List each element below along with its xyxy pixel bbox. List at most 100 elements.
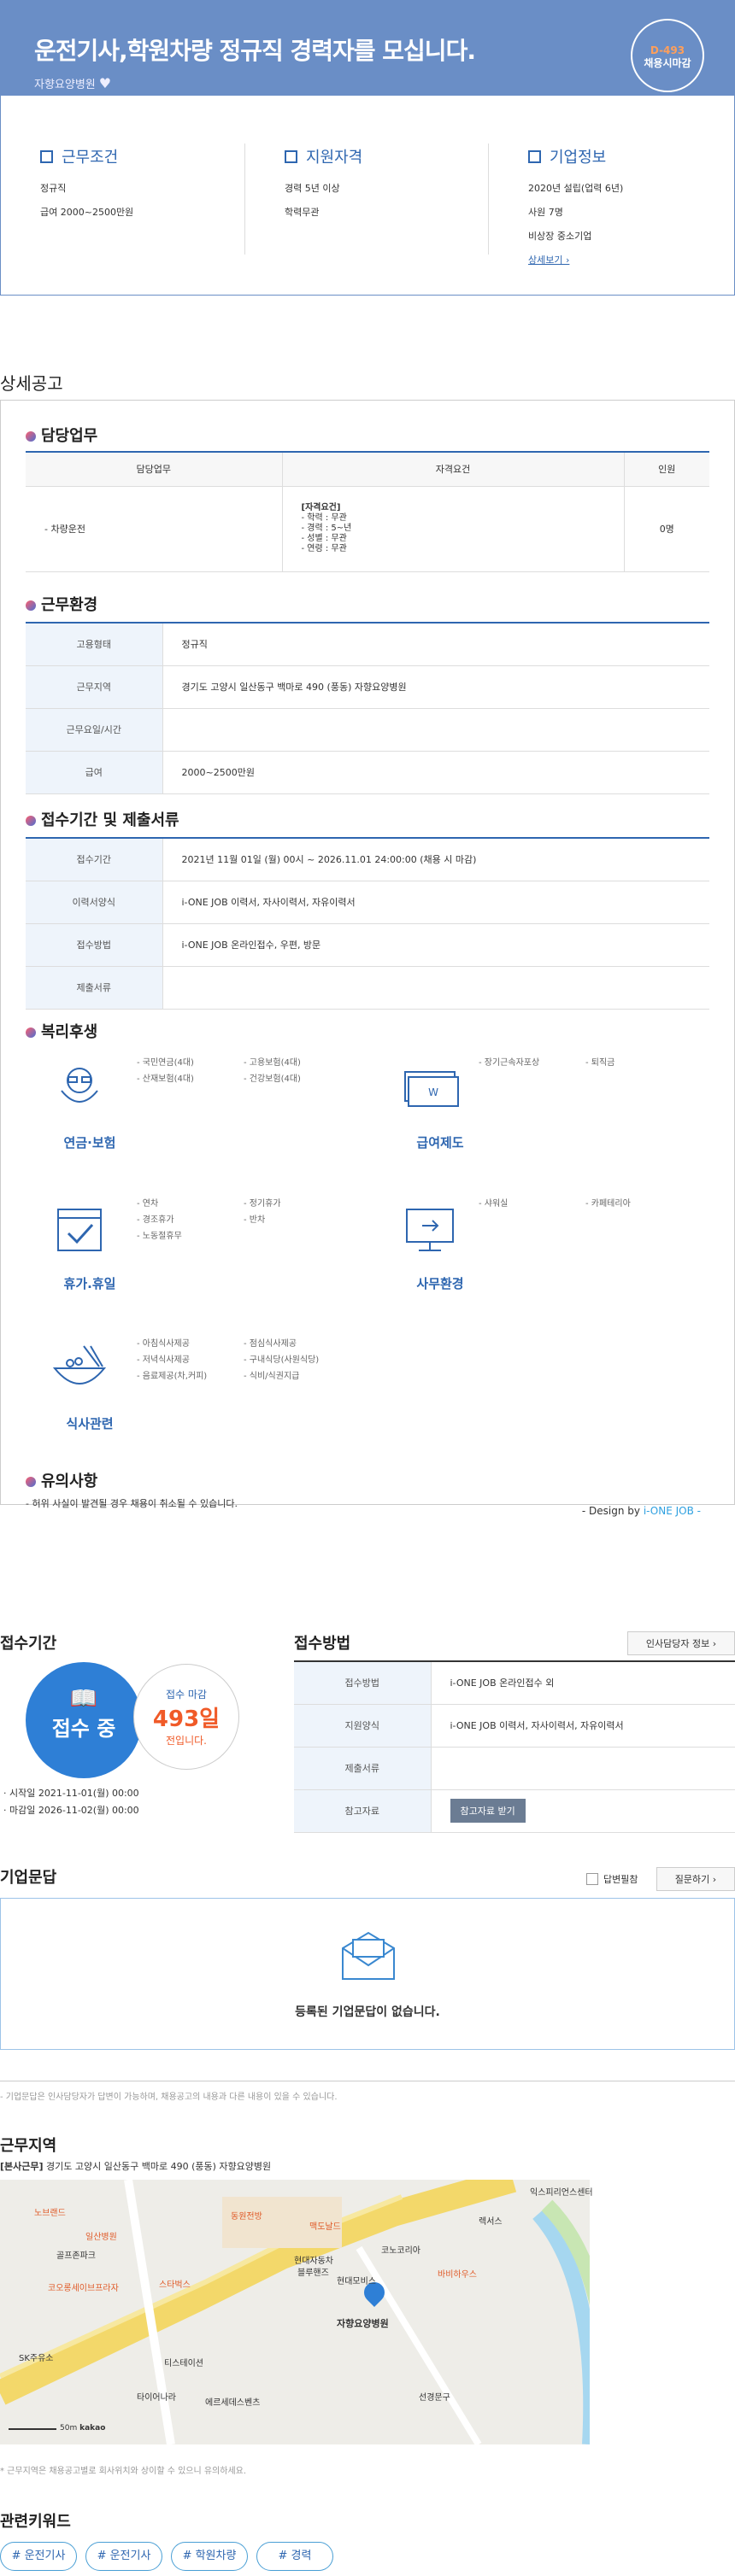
keyword-tag[interactable]: # 경력 — [256, 2542, 333, 2571]
summary-line: 2020년 설립(업력 6년) — [528, 183, 624, 194]
row-value: i-ONE JOB 온라인접수 외 — [431, 1661, 735, 1705]
map-label: 일산병원 — [85, 2233, 117, 2242]
reference-download-button[interactable]: 참고자료 받기 — [450, 1799, 526, 1823]
map-label: 현대자동차 — [294, 2257, 333, 2266]
row-key: 근무요일/시간 — [26, 708, 163, 752]
end-date: 마감일 2026-11-02(월) 00:00 — [9, 1805, 139, 1816]
heart-icon[interactable]: ♥ — [99, 75, 111, 91]
welfare-items: - 아침식사제공 - 점심식사제공 - 저녁식사제공 - 구내식당(사원식당) - 음료… — [137, 1336, 359, 1385]
welfare-meal: 식사관련 - 아침식사제공 - 점심식사제공 - 저녁식사제공 - 구내식당(사원식당… — [26, 1336, 368, 1438]
summary-conditions-title: 근무조건 — [62, 149, 119, 167]
summary-line: 학력무관 — [285, 207, 320, 218]
map-label: 골프존파크 — [56, 2251, 96, 2261]
welfare-label: 식사관련 — [66, 1416, 114, 1431]
req-line: - 경력 : 5~년 — [301, 524, 352, 533]
duty-task: - 차량운전 — [26, 486, 282, 572]
row-key: 접수방법 — [26, 923, 163, 967]
credit-prefix: - Design by — [581, 1505, 644, 1517]
map-roads — [0, 2180, 735, 2444]
summary-line: 비상장 중소기업 — [528, 231, 592, 242]
row-value: 정규직 — [162, 623, 709, 666]
section-title: 근무환경 — [41, 596, 98, 614]
table-header: 담당업무 — [26, 452, 282, 487]
welfare-vacation: 휴가.휴일 - 연차 - 정기휴가 - 경조휴가 - 반차 - 노동절휴무 — [26, 1196, 368, 1298]
map-label: 티스테이션 — [164, 2359, 203, 2368]
welfare-item: - 정기휴가 — [244, 1199, 281, 1209]
keywords-title: 관련키워드 — [0, 2513, 71, 2531]
row-value: i-ONE JOB 이력서, 자사이력서, 자유이력서 — [431, 1704, 735, 1748]
req-title: [자격요건] — [301, 503, 341, 512]
building-icon — [40, 150, 53, 163]
section-title: 유의사항 — [41, 1472, 98, 1490]
location-title: 근무지역 — [0, 2137, 57, 2155]
row-value: 경기도 고양시 일산동구 백마로 490 (풍동) 자향요양병원 — [162, 665, 709, 709]
company-link[interactable]: 자향요양병원 — [34, 79, 96, 91]
row-value — [431, 1747, 735, 1790]
row-key: 지원양식 — [294, 1704, 432, 1748]
checkbox[interactable] — [586, 1873, 598, 1885]
contact-info-button[interactable]: 인사담당자 정보 › — [627, 1631, 735, 1655]
welfare-pension: 연금·보험 - 국민연금(4대) - 고용보험(4대) - 산재보험(4대) - 건강… — [26, 1055, 368, 1157]
row-value: 2021년 11월 01일 (월) 00시 ~ 2026.11.01 24:00… — [162, 838, 709, 881]
map-label: 타이어나라 — [137, 2393, 176, 2403]
job-summary: 근무조건 정규직 급여 2000~2500만원 지원자격 경력 5년 이상 학력… — [0, 96, 735, 296]
welfare-salary: W 급여제도 - 장기근속자포상 - 퇴직금 — [376, 1055, 718, 1157]
method-table: 접수방법 i-ONE JOB 온라인접수 외 지원양식 i-ONE JOB 이력서,… — [294, 1660, 735, 1833]
row-key: 제출서류 — [294, 1747, 432, 1790]
bullet-icon — [26, 600, 36, 611]
section-apply: 접수기간 및 제출서류 — [26, 808, 179, 830]
dday-label: 채용시마감 — [644, 57, 691, 69]
map[interactable]: 자향요양병원 노브랜드 일산병원 골프존파크 코오롱세이브프라자 스타벅스 SK… — [0, 2180, 735, 2444]
remain-circle: 접수 마감 493일 전입니다. — [133, 1664, 239, 1770]
company-detail-link[interactable]: 상세보기 › — [528, 255, 569, 266]
dday-badge: D-493 채용시마감 — [631, 19, 704, 92]
notice-text: - 허위 사실이 발견될 경우 채용이 취소될 수 있습니다. — [26, 1498, 238, 1509]
req-line: - 학력 : 무관 — [301, 513, 347, 523]
welfare-items: - 샤워실 - 카페테리아 — [479, 1196, 701, 1212]
map-label: 익스피리언스센터 — [530, 2188, 593, 2198]
map-label: 동원전방 — [231, 2212, 262, 2222]
row-value: 2000~2500만원 — [162, 751, 709, 794]
summary-line: 사원 7명 — [528, 207, 563, 218]
row-key: 제출서류 — [26, 966, 163, 1010]
apply-table: 접수기간 2021년 11월 01일 (월) 00시 ~ 2026.11.01 2… — [26, 837, 709, 1010]
req-line: - 성별 : 무관 — [301, 534, 347, 543]
welfare-item: - 국민연금(4대) — [137, 1058, 194, 1068]
welfare-item: - 고용보험(4대) — [244, 1058, 301, 1068]
location-note: * 근무지역은 채용공고별로 회사위치와 상이할 수 있으니 유의하세요. — [0, 2467, 247, 2476]
credit-brand: i-ONE JOB - — [643, 1505, 701, 1517]
summary-qualification: 지원자격 경력 5년 이상 학력무관 — [285, 145, 507, 229]
welfare-item: - 저녁식사제공 — [137, 1355, 190, 1365]
welfare-item: - 연차 — [137, 1199, 159, 1209]
detail-title: 상세공고 — [0, 373, 63, 394]
section-env: 근무환경 — [26, 593, 97, 615]
welfare-item: - 음료제공(차,커피) — [137, 1372, 208, 1381]
section-welfare: 복리후생 — [26, 1020, 97, 1042]
welfare-item: - 장기근속자포상 — [479, 1058, 540, 1068]
remain-days: 493일 — [152, 1707, 220, 1732]
ask-question-button[interactable]: 질문하기 › — [656, 1867, 735, 1891]
keyword-tag[interactable]: # 운전기사 — [0, 2542, 77, 2571]
row-value — [162, 708, 709, 752]
bullet-icon — [26, 431, 36, 442]
keyword-tag[interactable]: # 운전기사 — [85, 2542, 162, 2571]
table-header: 자격요건 — [281, 452, 624, 487]
period-title: 접수기간 — [0, 1635, 57, 1653]
summary-qualification-title: 지원자격 — [306, 149, 363, 167]
keyword-tag[interactable]: # 학원차량 — [171, 2542, 248, 2571]
remain-suffix: 전입니다. — [166, 1735, 207, 1747]
bullet-icon — [26, 1027, 36, 1038]
map-label: 코오롱세이브프라자 — [48, 2284, 119, 2293]
welfare-item: - 아침식사제공 — [137, 1339, 190, 1349]
welfare-item: - 노동절휴무 — [137, 1232, 182, 1241]
money-icon: W — [404, 1071, 459, 1107]
map-label: SK주유소 — [19, 2354, 54, 2363]
answered-filter[interactable]: 답변필참 — [586, 1872, 638, 1886]
welfare-item: - 퇴직금 — [585, 1058, 615, 1068]
company-name[interactable]: 자향요양병원 ♥ — [34, 75, 111, 91]
row-key: 급여 — [26, 751, 163, 794]
qa-box: 등록된 기업문답이 없습니다. — [0, 1898, 735, 2050]
map-scale: 50m kakao — [9, 2424, 105, 2433]
summary-line: 경력 5년 이상 — [285, 183, 340, 194]
bullet-icon — [26, 1477, 36, 1487]
